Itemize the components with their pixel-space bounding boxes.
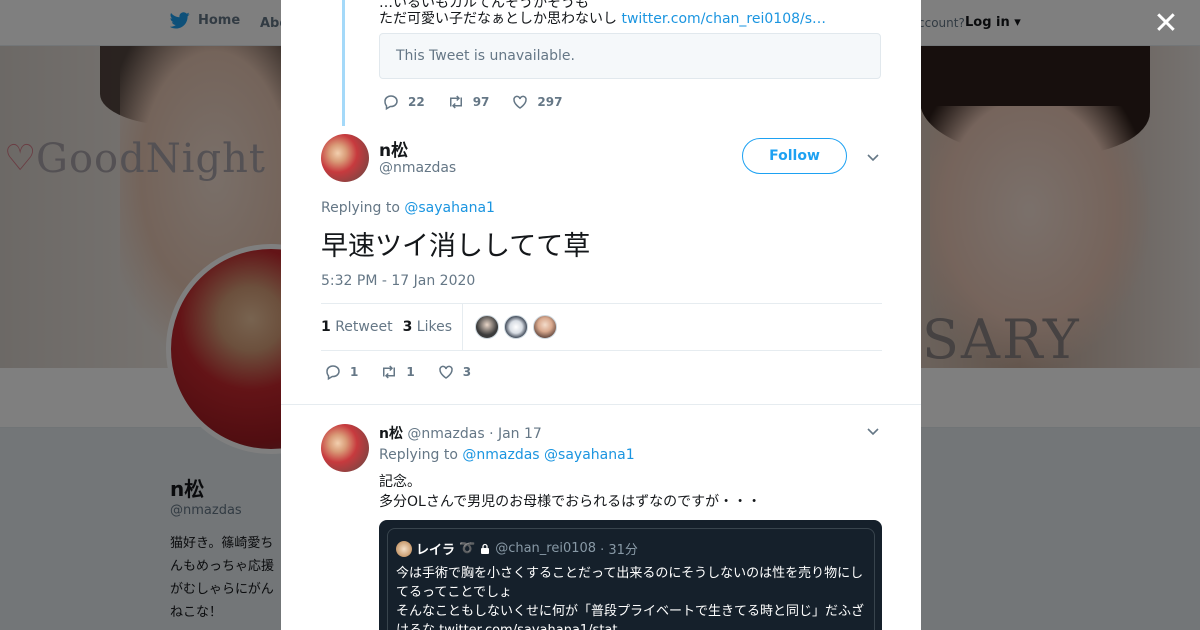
tweet-author-handle[interactable]: @nmazdas [379, 160, 456, 176]
reply-header: n松 @nmazdas · Jan 17 [379, 423, 542, 443]
reply-button[interactable]: 22 [382, 93, 425, 111]
attached-image[interactable]: レイラ ➰ @chan_rei0108 · 31分 今は手術で胸を小さくすること… [379, 520, 882, 630]
reply-author-avatar[interactable] [321, 424, 369, 472]
tweet-author-name[interactable]: n松 [379, 136, 408, 161]
like-stat-count: 3 [402, 319, 413, 335]
retweet-count: 97 [472, 95, 490, 109]
retweet-stat-label: Retweet [330, 319, 393, 335]
mention-link[interactable]: @sayahana1 [404, 200, 495, 216]
divider [281, 404, 921, 405]
retweet-count: 1 [406, 365, 415, 379]
liker-avatar[interactable] [532, 315, 557, 339]
ribbon-icon: ➰ [459, 541, 476, 556]
quoted-time: · 31分 [600, 543, 638, 558]
prev-tweet-line: ただ可愛い子だなぁとしか思わないし [379, 11, 622, 27]
replying-to: Replying to @sayahana1 [321, 200, 495, 216]
like-button[interactable]: 297 [511, 93, 562, 111]
prev-tweet-text: ただ可愛い子だなぁとしか思わないし twitter.com/chan_rei01… [379, 8, 826, 28]
prev-tweet-actions: 22 97 297 [382, 93, 584, 111]
liker-avatar[interactable] [474, 315, 499, 339]
tweet-actions: 1 1 3 [324, 363, 493, 381]
quoted-tweet-header: レイラ ➰ @chan_rei0108 · 31分 [396, 539, 866, 558]
quoted-text-line: てるってことでしょ [396, 585, 512, 600]
divider [461, 303, 463, 351]
retweet-icon [449, 95, 462, 109]
like-count: 3 [462, 365, 472, 379]
heart-icon [438, 365, 453, 379]
tweet-timestamp[interactable]: 5:32 PM - 17 Jan 2020 [321, 273, 475, 289]
retweet-button[interactable]: 1 [380, 363, 415, 381]
quoted-text-line: そんなこともしないくせに何が「普段プライベートで生きてる時と同じ」だふざ [396, 604, 865, 619]
reply-icon [326, 365, 340, 381]
quoted-text-line: 今は手術で胸を小さくすることだって出来るのにそうしないのは性を売り物にし [396, 566, 864, 581]
reply-date[interactable]: · Jan 17 [489, 426, 542, 442]
reply-author-name[interactable]: n松 [379, 426, 403, 442]
tweet-text: 早速ツイ消ししてて草 [321, 231, 591, 262]
like-stat-label: Likes [412, 319, 452, 335]
tweet-stats: 1 Retweet 3 Likes [321, 303, 882, 351]
replying-prefix: Replying to [379, 447, 463, 463]
reply-button[interactable]: 1 [324, 363, 358, 381]
replying-to: Replying to @nmazdas @sayahana1 [379, 447, 635, 463]
follow-button[interactable]: Follow [742, 138, 847, 174]
retweet-stat-count: 1 [321, 319, 331, 335]
reply-text-line: 記念。 [379, 474, 421, 490]
like-count: 297 [537, 95, 563, 109]
reply-icon [384, 95, 398, 111]
thread-connector [342, 0, 345, 126]
replying-prefix: Replying to [321, 200, 405, 216]
quoted-author-handle: @chan_rei0108 [495, 541, 597, 556]
mention-link[interactable]: @sayahana1 [544, 447, 635, 463]
lock-icon [481, 543, 490, 554]
reply-count: 1 [350, 365, 359, 379]
prev-tweet-link[interactable]: twitter.com/chan_rei0108/s… [621, 11, 826, 27]
close-icon[interactable]: ✕ [1152, 9, 1180, 39]
chevron-down-icon[interactable] [866, 424, 880, 438]
quoted-avatar [396, 540, 412, 557]
quoted-author-name: レイラ [416, 543, 456, 558]
quoted-tweet-screenshot: レイラ ➰ @chan_rei0108 · 31分 今は手術で胸を小さくすること… [387, 528, 875, 630]
mention-link[interactable]: @nmazdas [462, 447, 539, 463]
reply-count: 22 [408, 95, 425, 109]
liker-avatar[interactable] [503, 315, 528, 339]
quoted-text-line: けるな twitter.com/sayahana1/stat… [396, 621, 866, 630]
like-stat[interactable]: 3 Likes [403, 319, 452, 335]
reply-text-line: 多分OLさんで男児のお母様でおられるはずなのですが・・・ [379, 494, 762, 510]
heart-icon [513, 95, 528, 109]
retweet-button[interactable]: 97 [447, 93, 490, 111]
tweet-author-avatar[interactable] [321, 134, 369, 182]
unavailable-tweet-card: This Tweet is unavailable. [379, 33, 881, 79]
chevron-down-icon[interactable] [866, 150, 880, 164]
retweet-icon [383, 365, 396, 379]
like-button[interactable]: 3 [437, 363, 471, 381]
reply-author-handle[interactable]: @nmazdas [407, 426, 484, 442]
retweet-stat[interactable]: 1 Retweet [321, 319, 393, 335]
